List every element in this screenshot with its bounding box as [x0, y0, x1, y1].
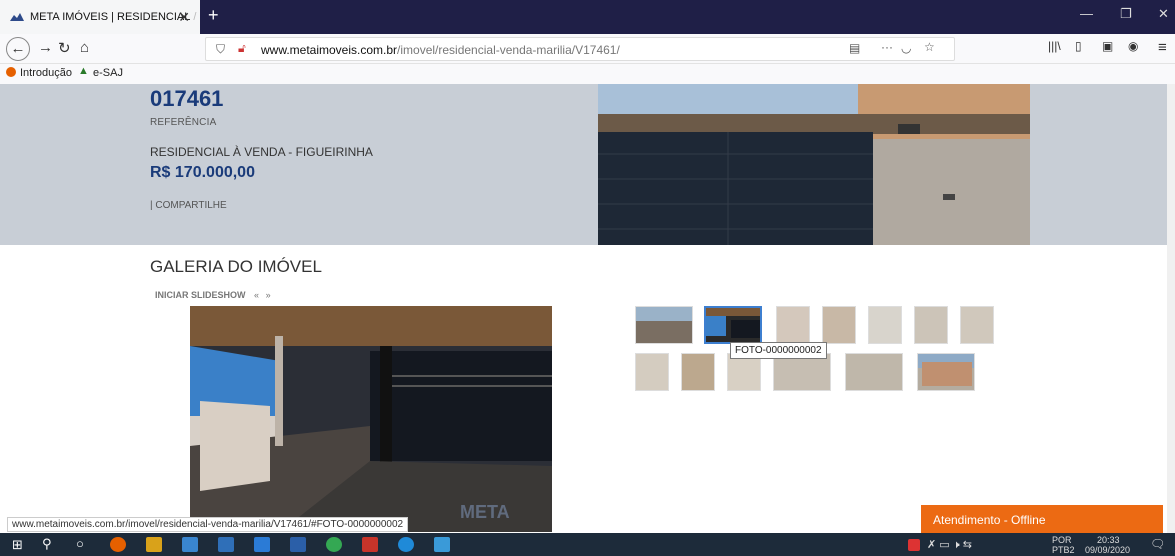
share-link[interactable]: | COMPARTILHE — [150, 200, 227, 211]
app3-taskbar-icon[interactable] — [434, 537, 450, 552]
shield-icon[interactable]: ⛉ — [216, 42, 225, 57]
thumbnail-7[interactable] — [960, 306, 994, 344]
language-indicator[interactable]: POR — [1052, 535, 1072, 545]
bookmark-introducao[interactable]: Introdução — [20, 67, 72, 79]
maximize-icon[interactable]: ❐ — [1120, 6, 1132, 22]
nav-bar: ← → ↻ ⌂ ⛉ 🔓︎ www.metaimoveis.com.br/imov… — [0, 34, 1175, 64]
reload-icon[interactable]: ↻ — [58, 39, 71, 57]
tab-title: META IMÓVEIS | RESIDENCIAL — [30, 11, 191, 23]
keyboard-layout[interactable]: PTB2 — [1052, 545, 1075, 555]
search-icon[interactable]: ⚲ — [42, 536, 52, 552]
url-bar[interactable]: ⛉ 🔓︎ www.metaimoveis.com.br/imovel/resid… — [205, 37, 955, 61]
sidebar-icon[interactable]: ▯ — [1075, 39, 1082, 53]
account-icon[interactable]: ◉ — [1128, 39, 1138, 53]
property-price: R$ 170.000,00 — [150, 164, 255, 181]
notifications-icon[interactable]: 🗨︎ — [1150, 537, 1165, 551]
thumbnail-2[interactable] — [704, 306, 762, 344]
thumbnail-13[interactable] — [917, 353, 975, 391]
firefox-taskbar-icon[interactable] — [110, 537, 126, 552]
bookmark-esaj[interactable]: e-SAJ — [93, 67, 123, 79]
screenshot-icon[interactable]: ▣ — [1102, 39, 1113, 53]
slideshow-controls: INICIAR SLIDESHOW « » — [155, 290, 271, 300]
page-actions-icon[interactable]: ··· — [881, 40, 893, 54]
page-scrollbar[interactable] — [1167, 84, 1175, 533]
chat-offline-button[interactable]: Atendimento - Offline — [921, 505, 1163, 533]
thumbnail-8[interactable] — [635, 353, 669, 391]
watermark-text: META — [460, 502, 510, 522]
app-taskbar-icon[interactable] — [254, 537, 270, 552]
back-icon[interactable]: ← — [6, 37, 30, 61]
windows-taskbar: ⊞ ⚲ ○ ✗ ▭ 🕨 ⇆ POR PTB2 20:33 09/09/2020 … — [0, 533, 1175, 556]
thumbnail-1[interactable] — [635, 306, 693, 344]
app2-taskbar-icon[interactable] — [362, 537, 378, 552]
minimize-icon[interactable]: — — [1080, 6, 1093, 21]
chrome-taskbar-icon[interactable] — [326, 537, 342, 552]
start-slideshow-button[interactable]: INICIAR SLIDESHOW — [155, 290, 246, 300]
browser-tab[interactable]: META IMÓVEIS | RESIDENCIAL / ✕ — [0, 0, 200, 34]
reference-label: REFERÊNCIA — [150, 117, 217, 128]
thumbnail-3[interactable] — [776, 306, 810, 344]
prev-arrow[interactable]: « — [254, 290, 259, 300]
esaj-icon: ▲ — [78, 65, 89, 77]
files-taskbar-icon[interactable] — [182, 537, 198, 552]
clock-date[interactable]: 09/09/2020 — [1085, 545, 1130, 555]
tab-bar: META IMÓVEIS | RESIDENCIAL / ✕ + — ❐ ✕ — [0, 0, 1175, 34]
tray-app-icon[interactable] — [908, 539, 920, 551]
forward-icon[interactable]: → — [38, 39, 53, 56]
store-taskbar-icon[interactable] — [218, 537, 234, 552]
status-bar-url: www.metaimoveis.com.br/imovel/residencia… — [7, 517, 409, 532]
reference-number: 017461 — [150, 86, 224, 111]
thumbnail-tooltip: FOTO-0000000002 — [730, 342, 827, 359]
next-arrow[interactable]: » — [266, 290, 271, 300]
gallery-heading: GALERIA DO IMÓVEL — [150, 257, 322, 276]
home-icon[interactable]: ⌂ — [80, 39, 89, 56]
thumbnail-9[interactable] — [681, 353, 715, 391]
cortana-icon[interactable]: ○ — [76, 536, 84, 551]
insecure-lock-icon[interactable]: 🔓︎ — [238, 41, 246, 56]
thumbnail-12[interactable] — [845, 353, 903, 391]
library-icon[interactable]: |||\ — [1048, 39, 1061, 53]
close-window-icon[interactable]: ✕ — [1158, 6, 1169, 22]
new-tab-button[interactable]: + — [208, 5, 219, 26]
thumbnail-4[interactable] — [822, 306, 856, 344]
bookmark-star-icon[interactable]: ☆ — [924, 40, 935, 54]
pocket-icon[interactable]: ◡ — [901, 41, 911, 55]
property-title: RESIDENCIAL À VENDA - FIGUEIRINHA — [150, 145, 373, 159]
bookmarks-bar: Introdução ▲ e-SAJ — [0, 64, 1175, 84]
url-text: www.metaimoveis.com.br/imovel/residencia… — [261, 43, 620, 57]
thumbnail-5[interactable] — [868, 306, 902, 344]
edge-taskbar-icon[interactable] — [398, 537, 414, 552]
explorer-taskbar-icon[interactable] — [146, 537, 162, 552]
main-gallery-photo[interactable]: META — [190, 306, 552, 532]
menu-icon[interactable]: ≡ — [1158, 39, 1167, 56]
reader-view-icon[interactable]: ▤ — [849, 41, 860, 55]
site-favicon-icon — [10, 12, 24, 22]
clock-time[interactable]: 20:33 — [1097, 535, 1120, 545]
firefox-icon — [6, 67, 16, 77]
word-taskbar-icon[interactable] — [290, 537, 306, 552]
close-tab-icon[interactable]: ✕ — [178, 9, 190, 26]
start-icon[interactable]: ⊞ — [12, 537, 23, 553]
tray-icons[interactable]: ✗ ▭ 🕨 ⇆ — [927, 538, 972, 552]
thumbnail-6[interactable] — [914, 306, 948, 344]
hero-photo[interactable] — [598, 84, 1030, 245]
